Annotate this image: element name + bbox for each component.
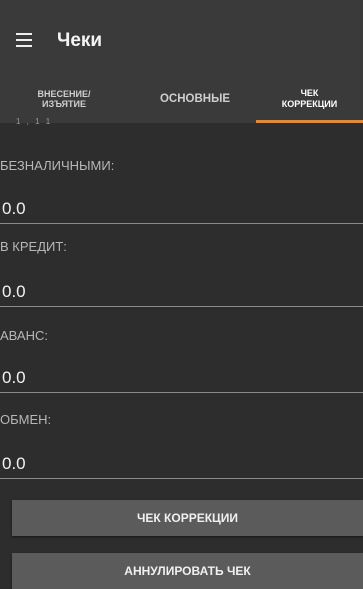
button-label: АННУЛИРОВАТЬ ЧЕК bbox=[124, 564, 251, 578]
menu-icon-bar bbox=[16, 45, 32, 47]
menu-icon[interactable] bbox=[16, 33, 32, 47]
button-label: ЧЕК КОРРЕКЦИИ bbox=[136, 511, 239, 525]
tab-label: ОСНОВНЫЕ bbox=[159, 93, 231, 105]
credit-label: В КРЕДИТ: bbox=[0, 239, 67, 254]
tab-bar: ВНЕСЕНИЕ/ ИЗЪЯТИЕ ОСНОВНЫЕ ЧЕК КОРРЕКЦИИ bbox=[0, 75, 363, 123]
credit-field[interactable] bbox=[0, 277, 363, 307]
tab-correction-receipt[interactable]: ЧЕК КОРРЕКЦИИ bbox=[256, 75, 363, 123]
exchange-label: ОБМЕН: bbox=[0, 412, 52, 427]
page-title: Чеки bbox=[57, 30, 103, 51]
advance-field[interactable] bbox=[0, 363, 363, 393]
app-bar: Чеки bbox=[0, 0, 363, 75]
correction-receipt-button[interactable]: ЧЕК КОРРЕКЦИИ bbox=[12, 500, 363, 536]
cashless-label: БЕЗНАЛИЧНЫМИ: bbox=[0, 158, 115, 173]
tab-main[interactable]: ОСНОВНЫЕ bbox=[140, 75, 250, 123]
advance-label: АВАНС: bbox=[0, 328, 48, 343]
tab-deposit-withdrawal[interactable]: ВНЕСЕНИЕ/ ИЗЪЯТИЕ bbox=[8, 75, 120, 123]
menu-icon-bar bbox=[16, 39, 32, 41]
menu-icon-bar bbox=[16, 33, 32, 35]
exchange-field[interactable] bbox=[0, 449, 363, 479]
active-tab-indicator bbox=[256, 120, 363, 123]
scrolled-content-peek: 1 , 1 1 bbox=[16, 117, 53, 126]
tab-label: ЧЕК КОРРЕКЦИИ bbox=[281, 88, 338, 109]
cancel-receipt-button[interactable]: АННУЛИРОВАТЬ ЧЕК bbox=[12, 553, 363, 589]
app-screen: Чеки ВНЕСЕНИЕ/ ИЗЪЯТИЕ ОСНОВНЫЕ ЧЕК КОРР… bbox=[0, 0, 363, 589]
cashless-field[interactable] bbox=[0, 194, 363, 224]
tab-label: ВНЕСЕНИЕ/ ИЗЪЯТИЕ bbox=[37, 89, 91, 109]
